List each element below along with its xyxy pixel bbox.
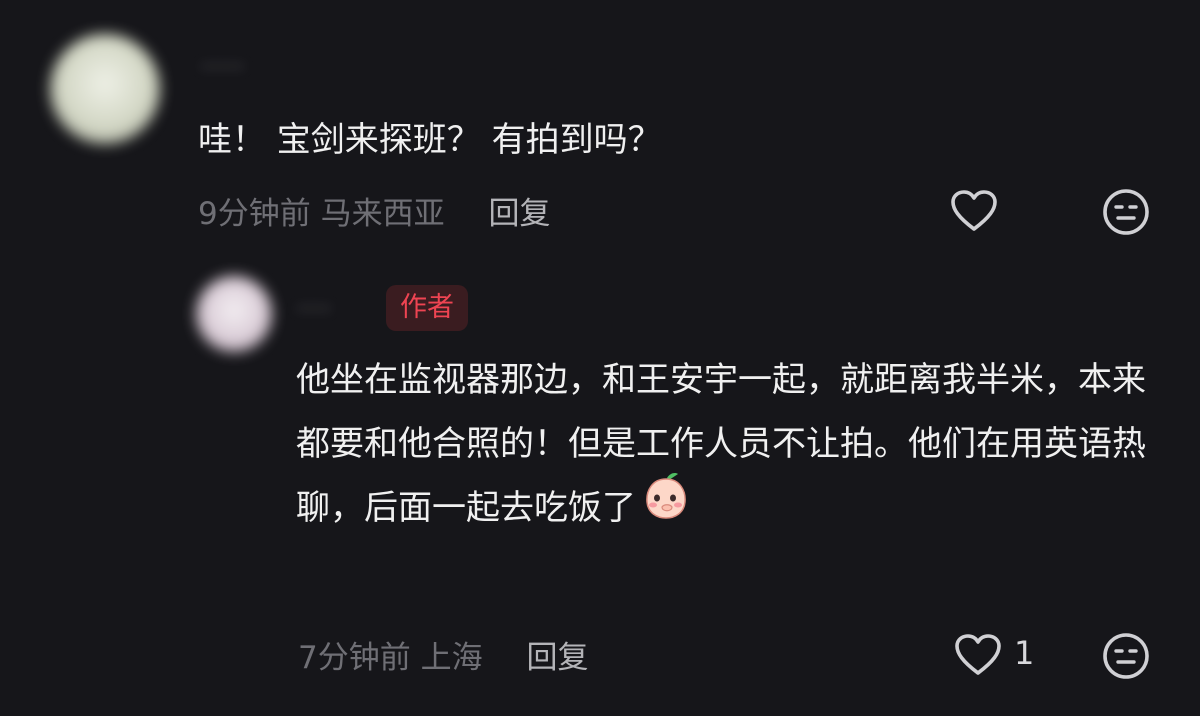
reply-location: 上海 bbox=[420, 640, 483, 676]
reply-meta: 7分钟前 上海 回复 bbox=[298, 632, 588, 677]
comment-time: 9分钟前 bbox=[198, 196, 311, 232]
reply-like-count: 1 bbox=[1014, 634, 1035, 672]
comment-text: 哇！ 宝剑来探班？ 有拍到吗？ bbox=[198, 120, 662, 160]
comment-location: 马来西亚 bbox=[320, 196, 445, 232]
comment-meta: 9分钟前 马来西亚 回复 bbox=[198, 188, 550, 233]
replier-name[interactable]: ···· bbox=[296, 292, 332, 325]
reply-text: 他坐在监视器那边，和王安宇一起，就距离我半米，本来都要和他合照的！但是工作人员不… bbox=[296, 360, 1146, 528]
comment-reply-button[interactable]: 回复 bbox=[488, 196, 550, 232]
comment-thread: ····· 哇！ 宝剑来探班？ 有拍到吗？ 9分钟前 马来西亚 回复 ···· … bbox=[0, 0, 1200, 716]
heart-icon[interactable] bbox=[948, 186, 1000, 238]
reply-time: 7分钟前 bbox=[298, 640, 411, 676]
commenter-avatar[interactable] bbox=[50, 34, 160, 144]
neutral-face-icon[interactable] bbox=[1100, 630, 1152, 682]
reply-text-block: 他坐在监视器那边，和王安宇一起，就距离我半米，本来都要和他合照的！但是工作人员不… bbox=[296, 348, 1156, 542]
reply-reply-button[interactable]: 回复 bbox=[526, 640, 588, 676]
replier-avatar[interactable] bbox=[196, 276, 272, 352]
peach-emoji-icon bbox=[640, 469, 692, 542]
heart-icon[interactable] bbox=[952, 630, 1004, 682]
neutral-face-icon[interactable] bbox=[1100, 186, 1152, 238]
commenter-name[interactable]: ····· bbox=[200, 50, 245, 83]
author-badge: 作者 bbox=[386, 285, 468, 331]
